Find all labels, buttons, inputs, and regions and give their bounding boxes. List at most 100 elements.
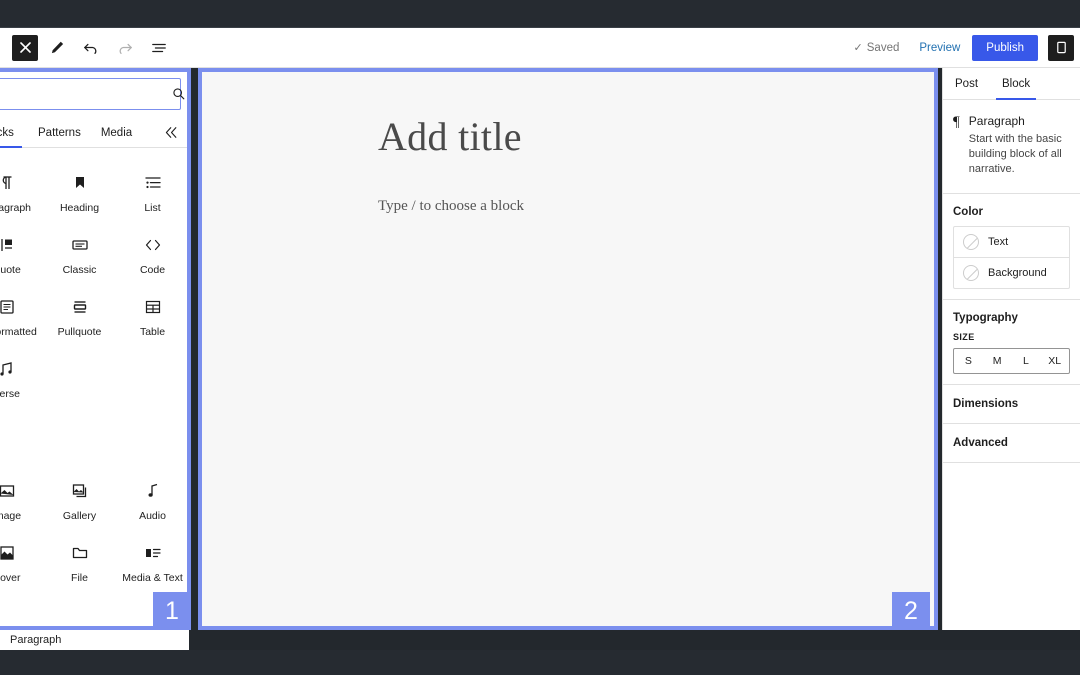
color-options-list: Text Background	[953, 226, 1070, 289]
search-box[interactable]	[0, 78, 185, 110]
preview-button[interactable]: Preview	[909, 36, 970, 60]
annotation-badge-1: 1	[153, 592, 191, 630]
block-description: Start with the basic building block of a…	[968, 133, 1062, 175]
block-label: Preformatted	[0, 326, 37, 338]
dimensions-section-title: Dimensions	[953, 398, 1019, 410]
block-label: Code	[139, 264, 166, 276]
check-icon: ✓	[853, 42, 863, 54]
color-option-text[interactable]: Text	[954, 227, 1069, 257]
inserter-tabs: Blocks Patterns Media	[0, 118, 189, 148]
block-inserter-panel: Blocks Patterns Media Paragraph	[0, 68, 189, 630]
block-item-audio[interactable]: Audio	[116, 468, 189, 530]
block-label: Verse	[0, 388, 20, 400]
block-item-file[interactable]: File	[43, 530, 116, 592]
list-view-icon[interactable]	[144, 33, 174, 63]
advanced-section[interactable]: Advanced	[943, 424, 1080, 463]
table-icon	[144, 296, 162, 317]
settings-tabs: Post Block	[943, 68, 1080, 100]
breadcrumb[interactable]: Paragraph	[10, 634, 61, 646]
editor-toolbar: ✓ Saved Preview Publish	[0, 28, 1080, 68]
typography-section: Typography SIZE S M L XL	[943, 300, 1080, 385]
block-item-table[interactable]: Table	[116, 284, 189, 346]
block-item-preformatted[interactable]: Preformatted	[0, 284, 43, 346]
block-item-image[interactable]: Image	[0, 468, 43, 530]
redo-icon[interactable]	[110, 33, 140, 63]
preformatted-icon	[0, 296, 16, 317]
block-item-media-text[interactable]: Media & Text	[116, 530, 189, 592]
font-size-s[interactable]: S	[954, 349, 983, 373]
block-label: Audio	[139, 510, 166, 522]
canvas-inner: Add title Type / to choose a block	[198, 68, 938, 215]
toolbar-left-group	[6, 33, 174, 63]
publish-button[interactable]: Publish	[972, 34, 1038, 61]
classic-icon	[71, 234, 89, 255]
block-item-paragraph[interactable]: Paragraph	[0, 160, 43, 222]
block-label: Gallery	[62, 510, 97, 522]
block-label: Paragraph	[0, 202, 32, 214]
close-x-icon[interactable]	[12, 34, 38, 61]
color-section-title: Color	[953, 206, 984, 218]
toolbar-right-group: ✓ Saved Preview Publish	[846, 34, 1074, 61]
block-info-text: Paragraph Start with the basic building …	[969, 114, 1070, 177]
undo-icon[interactable]	[76, 33, 106, 63]
tab-post[interactable]: Post	[943, 68, 990, 99]
color-swatch-none-icon	[963, 234, 979, 250]
file-folder-icon	[71, 542, 89, 563]
block-name: Paragraph	[968, 114, 1025, 128]
block-item-cover[interactable]: Cover	[0, 530, 43, 592]
pilcrow-icon: ¶	[953, 114, 960, 130]
color-section: Color Text Background	[943, 194, 1080, 300]
block-item-gallery[interactable]: Gallery	[43, 468, 116, 530]
block-item-code[interactable]: Code	[116, 222, 189, 284]
post-title-input[interactable]: Add title	[198, 113, 938, 160]
block-label: Pullquote	[57, 326, 102, 338]
gallery-icon	[71, 480, 89, 501]
block-grid-spacer	[0, 408, 43, 468]
verse-icon	[0, 358, 16, 379]
block-label: Heading	[59, 202, 100, 214]
font-size-xl[interactable]: XL	[1040, 349, 1069, 373]
font-size-m[interactable]: M	[983, 349, 1012, 373]
search-input[interactable]	[0, 87, 168, 101]
block-item-quote[interactable]: Quote	[0, 222, 43, 284]
settings-gear-icon[interactable]	[1048, 34, 1074, 61]
annotation-badge-2: 2	[892, 592, 930, 630]
quote-icon	[0, 234, 16, 255]
dimensions-section[interactable]: Dimensions	[943, 385, 1080, 424]
editor-canvas[interactable]: Add title Type / to choose a block	[198, 68, 938, 630]
search-area	[0, 68, 189, 114]
browser-chrome-top	[0, 0, 1080, 28]
block-item-pullquote[interactable]: Pullquote	[43, 284, 116, 346]
pullquote-icon	[71, 296, 89, 317]
block-item-verse[interactable]: Verse	[0, 346, 43, 408]
block-grid-spacer	[116, 346, 189, 408]
advanced-section-title: Advanced	[953, 437, 1008, 449]
edit-pencil-icon[interactable]	[42, 33, 72, 63]
tab-media[interactable]: Media	[91, 118, 142, 147]
color-option-label: Background	[988, 267, 1047, 279]
block-label: List	[144, 202, 161, 214]
saved-label: Saved	[866, 41, 900, 54]
block-item-classic[interactable]: Classic	[43, 222, 116, 284]
tab-block[interactable]: Block	[990, 68, 1042, 100]
heading-bookmark-icon	[71, 172, 89, 193]
block-label: Table	[139, 326, 166, 338]
font-size-l[interactable]: L	[1012, 349, 1041, 373]
block-label: Image	[0, 510, 22, 522]
color-option-background[interactable]: Background	[954, 257, 1069, 288]
block-grid-spacer	[43, 346, 116, 408]
block-item-heading[interactable]: Heading	[43, 160, 116, 222]
wordpress-block-editor: ✓ Saved Preview Publish ks Patterns Medi…	[0, 0, 1080, 675]
tab-patterns[interactable]: Patterns	[28, 118, 91, 147]
block-grid-spacer	[43, 408, 116, 468]
chevron-double-left-icon[interactable]	[154, 118, 189, 147]
font-size-group: S M L XL	[953, 348, 1070, 374]
code-brackets-icon	[144, 234, 162, 255]
tab-blocks[interactable]: Blocks	[0, 118, 28, 148]
audio-note-icon	[144, 480, 162, 501]
post-body-placeholder[interactable]: Type / to choose a block	[198, 198, 938, 215]
block-item-list[interactable]: List	[116, 160, 189, 222]
block-label: Media & Text	[122, 572, 183, 584]
color-option-label: Text	[988, 236, 1009, 248]
typography-section-title: Typography	[953, 312, 1018, 324]
